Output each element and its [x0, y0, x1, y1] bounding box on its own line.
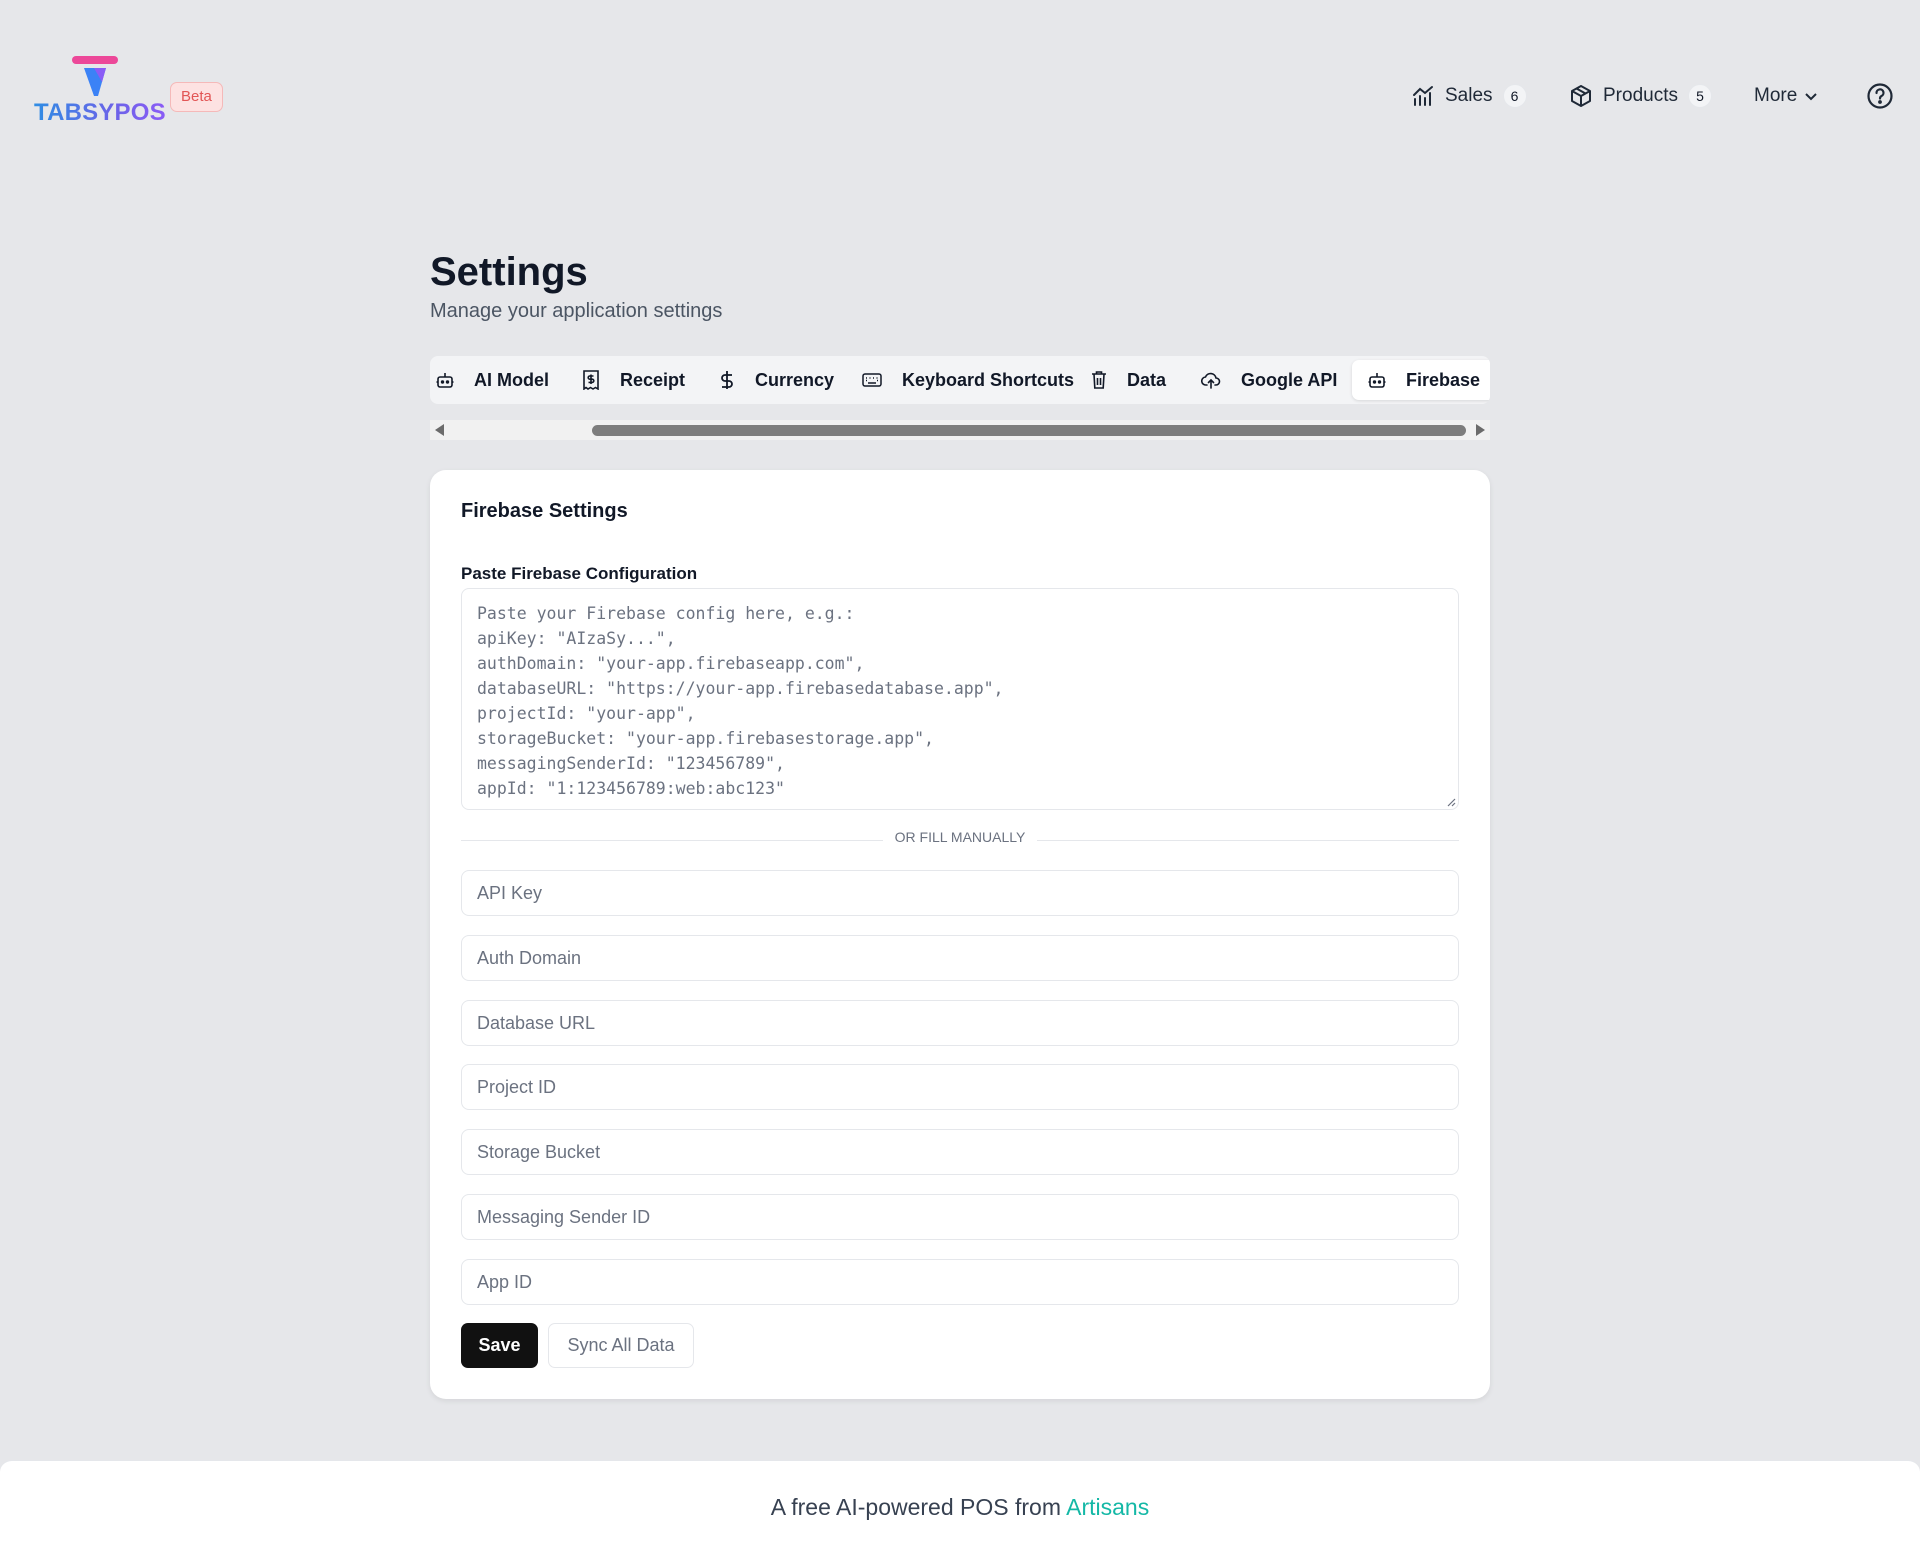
- cloud-upload-icon: [1201, 372, 1221, 389]
- footer: A free AI-powered POS from Artisans: [0, 1460, 1920, 1557]
- save-button[interactable]: Save: [461, 1323, 538, 1368]
- project-id-input[interactable]: [461, 1064, 1459, 1110]
- tab-google-api[interactable]: Google API: [1201, 360, 1337, 400]
- footer-artisans-link[interactable]: Artisans: [1066, 1494, 1149, 1520]
- receipt-icon: [583, 370, 599, 390]
- messaging-sender-id-input[interactable]: [461, 1194, 1459, 1240]
- nav-products[interactable]: Products 5: [1569, 78, 1712, 114]
- tab-data[interactable]: Data: [1091, 360, 1166, 400]
- tab-ai-model[interactable]: AI Model: [436, 360, 549, 400]
- bot-icon: [436, 373, 454, 388]
- brand-name: TABSYPOS: [34, 99, 166, 126]
- help-icon[interactable]: [1866, 82, 1894, 110]
- firebase-settings-card: Firebase Settings Paste Firebase Configu…: [430, 470, 1490, 1399]
- tab-receipt[interactable]: Receipt: [582, 360, 685, 400]
- storage-bucket-input[interactable]: [461, 1129, 1459, 1175]
- tab-ai-model-label: AI Model: [474, 369, 549, 390]
- chevron-down-icon: [1805, 93, 1818, 101]
- database-url-input[interactable]: [461, 1000, 1459, 1046]
- tab-currency-label: Currency: [755, 369, 835, 390]
- nav-products-label: Products: [1603, 85, 1678, 106]
- logo-mark-icon: [72, 56, 118, 96]
- app-root: TABSYPOS Beta Sales 6 Products 5 More Se…: [0, 0, 1920, 1557]
- tab-data-label: Data: [1127, 369, 1167, 390]
- tab-receipt-label: Receipt: [620, 369, 686, 390]
- divider-text: OR FILL MANUALLY: [430, 829, 1490, 845]
- tab-currency[interactable]: Currency: [719, 360, 834, 400]
- footer-text: A free AI-powered POS from: [770, 1494, 1067, 1520]
- settings-tabs: AI Model Receipt Currency Keyboard Short…: [430, 356, 1490, 404]
- dollar-icon: [721, 371, 733, 389]
- chart-bars-icon: [1413, 86, 1433, 106]
- sales-count-badge: 6: [1502, 84, 1527, 108]
- keyboard-icon: [862, 373, 882, 387]
- scrollbar-thumb[interactable]: [592, 425, 1466, 436]
- scroll-right-arrow-icon[interactable]: [1476, 424, 1485, 436]
- tab-google-api-label: Google API: [1241, 369, 1338, 390]
- scroll-left-arrow-icon[interactable]: [435, 424, 444, 436]
- page-title: Settings: [430, 250, 588, 294]
- nav-more-label: More: [1754, 85, 1798, 106]
- api-key-input[interactable]: [461, 870, 1459, 916]
- divider-label: OR FILL MANUALLY: [882, 829, 1038, 845]
- tab-keyboard-shortcuts-label: Keyboard Shortcuts: [902, 369, 1075, 390]
- trash-icon: [1092, 371, 1106, 389]
- resize-handle-icon[interactable]: [1446, 797, 1456, 807]
- sync-all-data-button[interactable]: Sync All Data: [548, 1323, 694, 1368]
- firebase-config-textarea[interactable]: Paste your Firebase config here, e.g.: a…: [461, 588, 1459, 810]
- brand-logo[interactable]: TABSYPOS: [34, 56, 166, 126]
- app-id-input[interactable]: [461, 1259, 1459, 1305]
- tab-keyboard-shortcuts[interactable]: Keyboard Shortcuts: [862, 360, 1074, 400]
- config-label: Paste Firebase Configuration: [461, 564, 698, 583]
- tab-firebase-label: Firebase: [1406, 369, 1481, 390]
- card-title: Firebase Settings: [461, 500, 628, 522]
- auth-domain-input[interactable]: [461, 935, 1459, 981]
- bot-icon: [1368, 373, 1386, 388]
- nav-more[interactable]: More: [1754, 78, 1819, 114]
- nav-sales[interactable]: Sales 6: [1411, 78, 1527, 114]
- page-subtitle: Manage your application settings: [430, 300, 723, 322]
- beta-badge: Beta: [170, 82, 223, 112]
- tabs-horizontal-scrollbar[interactable]: [430, 420, 1490, 440]
- products-count-badge: 5: [1687, 84, 1712, 108]
- nav-sales-label: Sales: [1445, 85, 1493, 106]
- tab-firebase[interactable]: Firebase: [1352, 360, 1490, 400]
- package-icon: [1571, 85, 1591, 107]
